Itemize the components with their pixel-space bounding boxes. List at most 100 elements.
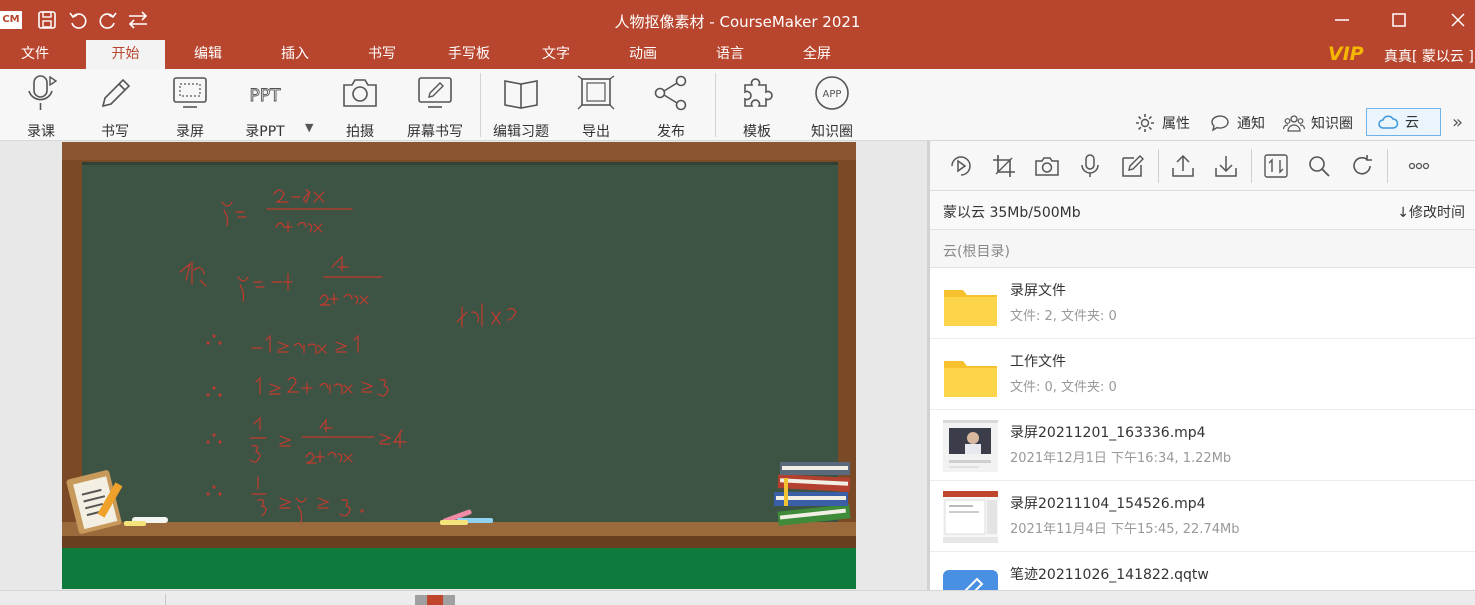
- tool-label: 录屏: [176, 124, 204, 140]
- cloud-quota-bar: 蒙以云 35Mb/500Mb ↓修改时间: [930, 191, 1475, 230]
- file-meta: 2021年12月1日 下午16:34, 1.22Mb: [1010, 451, 1232, 466]
- edit-icon[interactable]: [1120, 153, 1146, 179]
- tool-label: 导出: [582, 124, 610, 140]
- panel-toolbar-separator: [1387, 149, 1388, 183]
- books-illustration: [774, 462, 851, 526]
- puzzle-icon: [744, 78, 773, 107]
- tool-label: 录PPT: [245, 124, 285, 140]
- panel-toolbar-separator: [1158, 149, 1159, 183]
- file-meta: 文件: 0, 文件夹: 0: [1010, 380, 1117, 395]
- template-button[interactable]: 模板: [722, 73, 792, 140]
- menu-language[interactable]: 语言: [695, 40, 765, 69]
- share-icon: [654, 75, 687, 111]
- download-icon[interactable]: [1213, 153, 1239, 179]
- record-lesson-button[interactable]: 录课: [6, 73, 76, 140]
- tool-label: 拍摄: [346, 124, 374, 140]
- user-account[interactable]: 真真[ 蒙以云 ]: [1384, 46, 1474, 66]
- edit-exercise-button[interactable]: 编辑习题: [486, 73, 556, 140]
- export-frame-icon: [577, 75, 615, 110]
- record-screen-button[interactable]: 录屏: [155, 73, 225, 140]
- tool-label: 书写: [101, 124, 129, 140]
- camera-icon: [343, 79, 377, 107]
- knowledge-circle-button[interactable]: APP 知识圈: [797, 73, 867, 140]
- ppt-dropdown-arrow[interactable]: ▼: [305, 121, 313, 134]
- menu-animation[interactable]: 动画: [608, 40, 678, 69]
- tool-label: 模板: [743, 124, 771, 140]
- blackboard-slide[interactable]: [62, 142, 856, 589]
- status-bar: [0, 590, 1475, 605]
- knowledge-circle-tab[interactable]: 知识圈: [1283, 110, 1353, 136]
- shoot-button[interactable]: 拍摄: [325, 73, 395, 140]
- vip-badge[interactable]: VIP: [1328, 43, 1364, 65]
- pencil-icon: [101, 78, 131, 108]
- export-button[interactable]: 导出: [561, 73, 631, 140]
- gear-icon: [1136, 114, 1154, 132]
- file-item-folder[interactable]: 工作文件 文件: 0, 文件夹: 0: [930, 339, 1475, 410]
- file-name: 笔迹20211026_141822.qqtw: [1010, 567, 1209, 583]
- screen-write-button[interactable]: 屏幕书写: [400, 73, 470, 140]
- cloud-panel: 蒙以云 35Mb/500Mb ↓修改时间 云(根目录) 录屏文件 文件: 2, …: [930, 141, 1475, 605]
- menu-text[interactable]: 文字: [521, 40, 591, 69]
- users-icon: [1283, 115, 1305, 132]
- screen-record-icon: [173, 77, 207, 108]
- expand-panel-icon[interactable]: »: [1452, 112, 1463, 133]
- panel-toolbar: [930, 141, 1475, 191]
- cloud-tab[interactable]: 云: [1366, 108, 1441, 136]
- knowledge-circle-label: 知识圈: [1311, 116, 1353, 132]
- camera-icon[interactable]: [1034, 153, 1060, 179]
- menu-file[interactable]: 文件: [0, 40, 70, 69]
- menu-bar: 文件 开始 编辑 插入 书写 手写板 文字 动画 语言 全屏 VIP 真真[ 蒙…: [0, 40, 1475, 69]
- write-button[interactable]: 书写: [80, 73, 150, 140]
- ribbon-toolbar: 录课 书写 录屏 PPT 录PPT ▼ 拍摄 屏幕书写 编辑习题 导出 发布 模…: [0, 69, 1475, 141]
- svg-text:PPT: PPT: [250, 86, 282, 106]
- menu-fullscreen[interactable]: 全屏: [782, 40, 852, 69]
- play-icon[interactable]: [948, 153, 974, 179]
- tool-label: 屏幕书写: [407, 124, 463, 140]
- timeline-marker[interactable]: [415, 595, 455, 605]
- mic-record-icon: [28, 75, 58, 110]
- toolbar-separator: [715, 73, 716, 137]
- more-icon[interactable]: [1406, 153, 1432, 179]
- menu-insert[interactable]: 插入: [260, 40, 330, 69]
- close-button[interactable]: [1446, 8, 1470, 32]
- notify-label: 通知: [1237, 116, 1265, 132]
- menu-tablet[interactable]: 手写板: [434, 40, 504, 69]
- file-item-folder[interactable]: 录屏文件 文件: 2, 文件夹: 0: [930, 268, 1475, 339]
- refresh-icon[interactable]: [1349, 153, 1375, 179]
- notify-button[interactable]: 通知: [1209, 110, 1265, 136]
- sort-by-modified[interactable]: ↓修改时间: [1397, 202, 1465, 222]
- tool-label: 知识圈: [811, 124, 853, 140]
- minimize-button[interactable]: [1330, 8, 1354, 32]
- crop-icon[interactable]: [991, 153, 1017, 179]
- video-thumbnail: [943, 491, 998, 543]
- file-meta: 文件: 2, 文件夹: 0: [1010, 309, 1117, 324]
- breadcrumb: 云(根目录): [930, 230, 1475, 268]
- publish-button[interactable]: 发布: [636, 73, 706, 140]
- maximize-button[interactable]: [1387, 8, 1411, 32]
- properties-button[interactable]: 属性: [1134, 110, 1190, 136]
- search-icon[interactable]: [1306, 153, 1332, 179]
- tool-label: 录课: [27, 124, 55, 140]
- menu-write[interactable]: 书写: [347, 40, 417, 69]
- menu-edit[interactable]: 编辑: [173, 40, 243, 69]
- sort-icon[interactable]: [1263, 153, 1289, 179]
- cloud-label: 云: [1405, 115, 1419, 131]
- file-name: 工作文件: [1010, 354, 1066, 370]
- file-name: 录屏20211201_163336.mp4: [1010, 425, 1206, 441]
- title-bar: CM 人物抠像素材 - CourseMaker 2021: [0, 0, 1475, 40]
- menu-start[interactable]: 开始: [86, 40, 165, 69]
- upload-icon[interactable]: [1170, 153, 1196, 179]
- window-title: 人物抠像素材 - CourseMaker 2021: [614, 13, 861, 31]
- record-ppt-button[interactable]: PPT 录PPT: [230, 73, 300, 140]
- file-item-video[interactable]: 录屏20211201_163336.mp4 2021年12月1日 下午16:34…: [930, 410, 1475, 481]
- breadcrumb-root[interactable]: 云(根目录): [943, 241, 1010, 261]
- folder-icon: [944, 290, 997, 326]
- file-name: 录屏20211104_154526.mp4: [1010, 496, 1206, 512]
- folder-icon: [944, 361, 997, 397]
- file-name: 录屏文件: [1010, 283, 1066, 299]
- file-item-video[interactable]: 录屏20211104_154526.mp4 2021年11月4日 下午15:45…: [930, 481, 1475, 552]
- tool-label: 编辑习题: [493, 124, 549, 140]
- app-circle-icon: APP: [815, 76, 849, 110]
- tool-label: 发布: [657, 124, 685, 140]
- mic-icon[interactable]: [1077, 153, 1103, 179]
